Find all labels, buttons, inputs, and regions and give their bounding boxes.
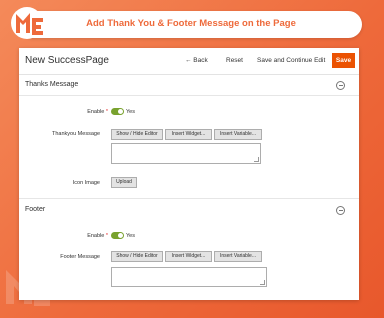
admin-panel: New SuccessPage ← Back Reset Save and Co… bbox=[19, 48, 359, 300]
footer-message-textarea[interactable] bbox=[111, 267, 267, 287]
collapse-footer-icon[interactable] bbox=[336, 206, 345, 215]
page-title: New SuccessPage bbox=[25, 55, 109, 66]
save-button[interactable]: Save bbox=[332, 53, 355, 68]
divider bbox=[19, 198, 359, 199]
show-hide-editor-button[interactable]: Show / Hide Editor bbox=[111, 129, 163, 140]
thanks-message-label: Thankyou Message bbox=[52, 131, 100, 137]
icon-image-label: Icon Image bbox=[72, 180, 100, 186]
footer-enable-toggle[interactable] bbox=[111, 232, 124, 239]
insert-widget-button[interactable]: Insert Widget... bbox=[165, 129, 212, 140]
divider bbox=[19, 95, 359, 96]
upload-button[interactable]: Upload bbox=[111, 177, 137, 188]
save-and-continue-button[interactable]: Save and Continue Edit bbox=[257, 57, 325, 64]
page-banner: Add Thank You & Footer Message on the Pa… bbox=[20, 11, 362, 38]
resize-grip-icon[interactable] bbox=[254, 157, 259, 162]
page-header: New SuccessPage ← Back Reset Save and Co… bbox=[19, 48, 359, 75]
enable-value: Yes bbox=[126, 109, 135, 115]
footer-message-label: Footer Message bbox=[60, 254, 100, 260]
thanks-message-textarea[interactable] bbox=[111, 143, 261, 164]
footer-enable-label: Enable * bbox=[87, 233, 108, 239]
thanks-enable-toggle[interactable] bbox=[111, 108, 124, 115]
section-title-thanks[interactable]: Thanks Message bbox=[25, 81, 78, 88]
enable-label: Enable * bbox=[87, 109, 108, 115]
resize-grip-icon[interactable] bbox=[260, 280, 265, 285]
brand-logo-icon bbox=[11, 7, 43, 39]
back-button[interactable]: ← Back bbox=[185, 57, 208, 64]
footer-show-hide-editor-button[interactable]: Show / Hide Editor bbox=[111, 251, 163, 262]
banner-title: Add Thank You & Footer Message on the Pa… bbox=[86, 18, 296, 29]
footer-insert-widget-button[interactable]: Insert Widget... bbox=[165, 251, 212, 262]
collapse-thanks-icon[interactable] bbox=[336, 81, 345, 90]
footer-enable-value: Yes bbox=[126, 233, 135, 239]
footer-insert-variable-button[interactable]: Insert Variable... bbox=[214, 251, 262, 262]
section-title-footer[interactable]: Footer bbox=[25, 206, 45, 213]
insert-variable-button[interactable]: Insert Variable... bbox=[214, 129, 262, 140]
reset-button[interactable]: Reset bbox=[226, 57, 243, 64]
